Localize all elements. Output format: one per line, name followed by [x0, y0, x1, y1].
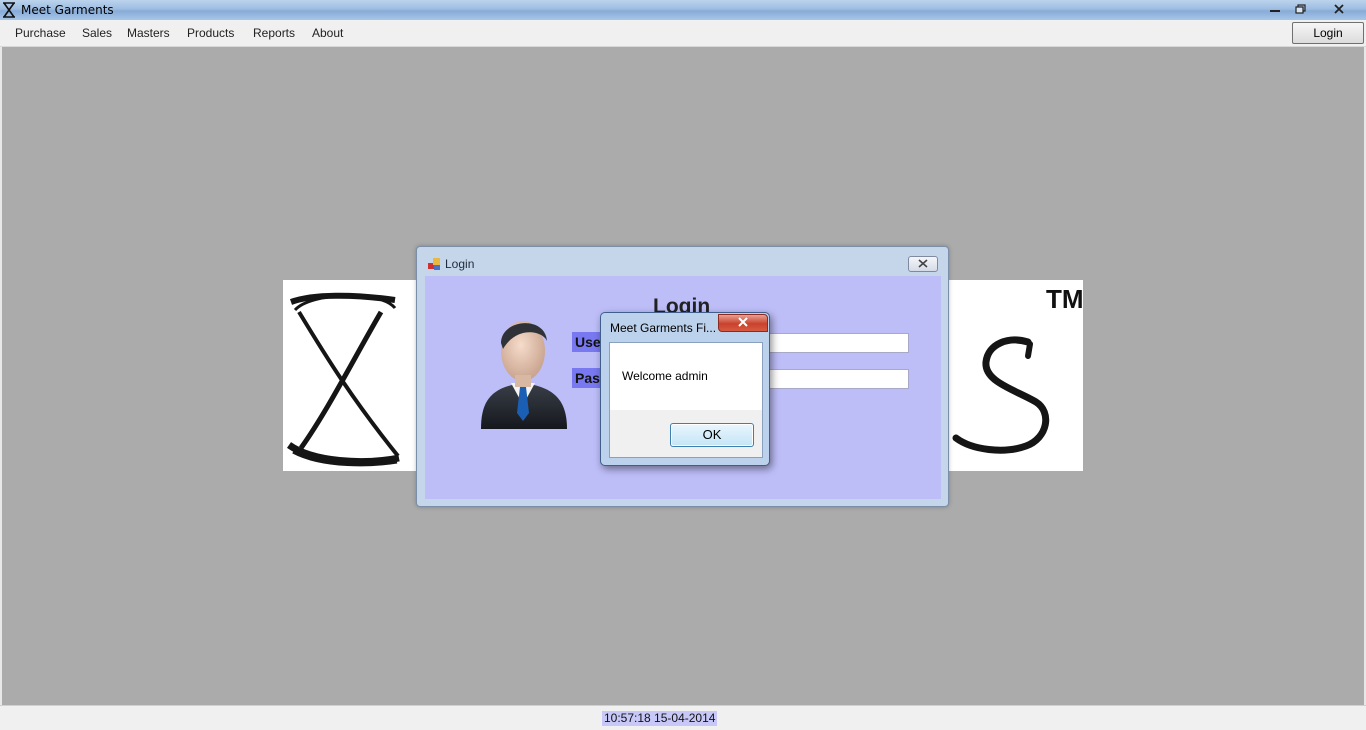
menu-item-reports[interactable]: Reports — [253, 26, 295, 40]
hourglass-icon — [2, 2, 16, 18]
message-box-title: Meet Garments Fi... — [610, 321, 717, 335]
status-clock: 10:57:18 15-04-2014 — [602, 711, 718, 726]
restore-button[interactable] — [1288, 0, 1314, 18]
close-icon — [1333, 4, 1345, 14]
message-text: Welcome admin — [622, 369, 708, 383]
menu-item-sales[interactable]: Sales — [82, 26, 112, 40]
close-button[interactable] — [1326, 0, 1352, 18]
logo-left-panel — [283, 280, 417, 471]
close-icon — [737, 316, 749, 330]
minimize-icon — [1269, 4, 1281, 14]
title-bar: Meet Garments — [0, 0, 1366, 20]
menu-item-about[interactable]: About — [312, 26, 343, 40]
s-letter-logo-icon — [952, 336, 1050, 454]
password-input[interactable] — [765, 369, 909, 389]
login-button[interactable]: Login — [1292, 22, 1364, 44]
menu-item-products[interactable]: Products — [187, 26, 234, 40]
close-icon — [918, 257, 928, 271]
logo-right-panel: TM — [948, 280, 1084, 471]
message-box-client: Welcome admin OK — [609, 342, 763, 458]
menu-bar: Purchase Sales Masters Products Reports … — [0, 20, 1366, 47]
hourglass-logo-icon — [286, 292, 400, 467]
menu-item-masters[interactable]: Masters — [127, 26, 170, 40]
message-box: Meet Garments Fi... Welcome admin OK — [600, 312, 770, 466]
minimize-button[interactable] — [1262, 0, 1288, 18]
ok-button[interactable]: OK — [670, 423, 754, 447]
restore-icon — [1295, 4, 1307, 14]
username-input[interactable] — [765, 333, 909, 353]
message-area: Welcome admin — [610, 343, 762, 410]
menu-item-purchase[interactable]: Purchase — [15, 26, 66, 40]
login-dialog-title: Login — [445, 257, 475, 271]
message-box-close-button[interactable] — [718, 314, 768, 332]
login-dialog-close-button[interactable] — [908, 256, 938, 272]
form-icon — [427, 257, 441, 271]
window-title: Meet Garments — [21, 3, 114, 17]
status-bar: 10:57:18 15-04-2014 — [0, 705, 1366, 730]
user-avatar-icon — [477, 309, 569, 429]
